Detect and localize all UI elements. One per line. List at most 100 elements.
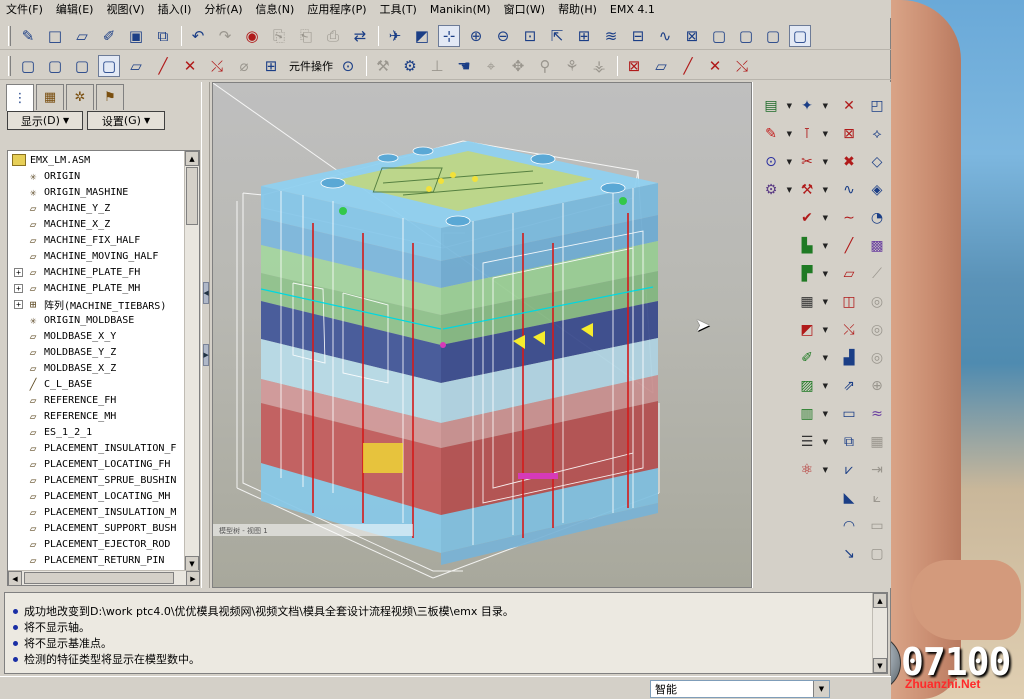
lifter-icon[interactable]: ▛ ▼ bbox=[795, 262, 828, 286]
datum-point-tool-icon[interactable]: ✕ bbox=[837, 94, 861, 118]
mirror-tool-icon[interactable]: ⩗ bbox=[837, 458, 861, 482]
surface-tool-9-icon[interactable]: ◎ bbox=[865, 318, 889, 342]
wireframe-icon[interactable]: ⊠ bbox=[681, 25, 703, 47]
menu-item-3[interactable]: 插入(I) bbox=[158, 1, 192, 17]
scroll-down-icon[interactable]: ▼ bbox=[185, 556, 199, 571]
move-tool-icon[interactable]: ⇗ bbox=[837, 374, 861, 398]
mold-tool-1-icon[interactable]: ⚒ bbox=[372, 55, 394, 77]
tree-item[interactable]: ▱ MACHINE_Y_Z bbox=[14, 200, 111, 216]
scroll-thumb[interactable] bbox=[24, 572, 174, 584]
mold-tool-8-icon[interactable]: ⚘ bbox=[561, 55, 583, 77]
surface-tool-1-icon[interactable]: ◰ bbox=[865, 94, 889, 118]
menu-item-1[interactable]: 编辑(E) bbox=[56, 1, 94, 17]
sketch-icon[interactable]: ◩ bbox=[411, 25, 433, 47]
surface-tool-11-icon[interactable]: ⊕ bbox=[865, 374, 889, 398]
spin-center-icon[interactable]: ✈ bbox=[384, 25, 406, 47]
tree-item[interactable]: ▱ MOLDBASE_X_Z bbox=[14, 360, 117, 376]
redo-icon[interactable]: ↷ bbox=[214, 25, 236, 47]
surface-tool-13-icon[interactable]: ▦ bbox=[865, 430, 889, 454]
plane-toggle-icon[interactable]: ▱ bbox=[650, 55, 672, 77]
view-hidden-icon[interactable]: ▢ bbox=[44, 55, 66, 77]
ejector-icon[interactable]: ⚙ ▼ bbox=[759, 178, 792, 202]
datum-layers-icon[interactable]: ◫ bbox=[837, 290, 861, 314]
sweep-tool-icon[interactable]: ↘ bbox=[837, 542, 861, 566]
menu-item-11[interactable]: EMX 4.1 bbox=[610, 3, 655, 16]
display-menu-button[interactable]: 显示 (D) ▼ bbox=[7, 111, 83, 130]
open-folder-icon[interactable]: ▱ bbox=[71, 25, 93, 47]
menu-item-4[interactable]: 分析(A) bbox=[204, 1, 242, 17]
tree-item[interactable]: + ▱ MACHINE_PLATE_MH bbox=[14, 280, 140, 296]
tree-item[interactable]: ✳ ORIGIN_MOLDBASE bbox=[14, 312, 135, 328]
surface-tool-16-icon[interactable]: ▭ bbox=[865, 514, 889, 538]
hidden-line-icon[interactable]: ▢ bbox=[708, 25, 730, 47]
annotation-display-icon[interactable]: ⊞ bbox=[260, 55, 282, 77]
settings-menu-button[interactable]: 设置 (G) ▼ bbox=[87, 111, 165, 130]
drag-hand-icon[interactable]: ☚ bbox=[453, 55, 475, 77]
tree-item[interactable]: ▱ MACHINE_MOVING_HALF bbox=[14, 248, 159, 264]
mold-base-icon[interactable]: ▤ ▼ bbox=[759, 94, 792, 118]
scroll-right-icon[interactable]: ▶ bbox=[186, 571, 199, 585]
surface-tool-2-icon[interactable]: ⟡ bbox=[865, 122, 889, 146]
extrude-tool-icon[interactable]: ◣ bbox=[837, 486, 861, 510]
sketch-curve-icon[interactable]: ∼ bbox=[837, 206, 861, 230]
simulation-icon[interactable]: ⚛ ▼ bbox=[795, 458, 828, 482]
menu-item-2[interactable]: 视图(V) bbox=[106, 1, 144, 17]
tree-item[interactable]: ╱ C_L_BASE bbox=[14, 376, 92, 392]
graphics-window[interactable]: 模型树 - 视图 1 ➤ bbox=[212, 82, 752, 588]
surface-tool-5-icon[interactable]: ◔ bbox=[865, 206, 889, 230]
mold-tool-5-icon[interactable]: ⌖ bbox=[480, 55, 502, 77]
new-from-template-icon[interactable]: ✎ bbox=[17, 25, 39, 47]
analysis-tool-icon[interactable]: ▟ bbox=[837, 346, 861, 370]
tree-item[interactable]: + ⊞ 阵列(MACHINE_TIEBARS) bbox=[14, 296, 166, 312]
expand-icon[interactable]: + bbox=[14, 299, 23, 309]
toolbar-grip[interactable] bbox=[8, 25, 11, 46]
save-copy-icon[interactable]: ⧉ bbox=[152, 25, 174, 47]
enhanced-realism-icon[interactable]: ▢ bbox=[789, 24, 811, 47]
tree-item[interactable]: ▱ PLACEMENT_LOCATING_MH bbox=[14, 488, 171, 504]
cooling-icon[interactable]: ▦ ▼ bbox=[795, 290, 828, 314]
datum-point-sketch-icon[interactable]: ✖ bbox=[837, 150, 861, 174]
scroll-left-icon[interactable]: ◀ bbox=[8, 571, 22, 585]
point-toggle-icon[interactable]: ✕ bbox=[704, 55, 726, 77]
surface-tool-15-icon[interactable]: ⟀ bbox=[865, 486, 889, 510]
mold-tool-7-icon[interactable]: ⚲ bbox=[534, 55, 556, 77]
check-icon[interactable]: ✔ ▼ bbox=[795, 206, 828, 230]
tree-item[interactable]: ▱ ES_1_2_1 bbox=[14, 424, 92, 440]
csys-tool-icon[interactable]: ⤯ bbox=[837, 318, 861, 342]
shading-icon[interactable]: ▢ bbox=[762, 25, 784, 47]
assemble-icon[interactable]: ⚒ ▼ bbox=[795, 178, 828, 202]
analysis-curve-icon[interactable]: ∿ bbox=[654, 25, 676, 47]
surface-tool-17-icon[interactable]: ▢ bbox=[865, 542, 889, 566]
refit-icon[interactable]: ⊡ bbox=[519, 25, 541, 47]
expand-icon[interactable]: + bbox=[14, 267, 23, 277]
menu-item-10[interactable]: 帮助(H) bbox=[558, 1, 597, 17]
close-window-icon[interactable]: ⊠ bbox=[623, 55, 645, 77]
view-wire-icon[interactable]: ▢ bbox=[17, 55, 39, 77]
orient-mode-icon[interactable]: ⊹ bbox=[438, 24, 460, 47]
panel-splitter[interactable]: ◀ ▶ bbox=[201, 82, 210, 588]
chevron-down-icon[interactable]: ▼ bbox=[813, 681, 829, 697]
copy-tool-icon[interactable]: ⧉ bbox=[837, 430, 861, 454]
folder-tool-icon[interactable]: ▭ bbox=[837, 402, 861, 426]
drawing-icon[interactable]: ☰ ▼ bbox=[795, 430, 828, 454]
tree-item[interactable]: ▱ MACHINE_X_Z bbox=[14, 216, 111, 232]
tree-item[interactable]: ▱ PLACEMENT_RETURN_PIN bbox=[14, 552, 165, 568]
component-operations-label[interactable]: 元件操作 bbox=[289, 58, 333, 74]
menu-item-0[interactable]: 文件(F) bbox=[6, 1, 43, 17]
mold-tool-9-icon[interactable]: ⚶ bbox=[588, 55, 610, 77]
copy-icon[interactable]: ⎘ bbox=[268, 25, 290, 47]
expand-icon[interactable]: + bbox=[14, 283, 23, 293]
tab-favorites[interactable]: ✲ bbox=[66, 84, 94, 110]
tree-item[interactable]: ▱ MOLDBASE_Y_Z bbox=[14, 344, 117, 360]
mold-tool-3-icon[interactable]: ⊥ bbox=[426, 55, 448, 77]
csys-toggle-icon[interactable]: ⤯ bbox=[731, 55, 753, 77]
menu-item-6[interactable]: 应用程序(P) bbox=[307, 1, 366, 17]
screw-icon[interactable]: ⊺ ▼ bbox=[795, 122, 828, 146]
edit-pencil-icon[interactable]: ✐ bbox=[98, 25, 120, 47]
mold-tool-2-icon[interactable]: ⚙ bbox=[399, 55, 421, 77]
tree-item[interactable]: ▱ MACHINE_FIX_HALF bbox=[14, 232, 141, 248]
no-hidden-icon[interactable]: ▢ bbox=[735, 25, 757, 47]
delete-pin-icon[interactable]: ✎ ▼ bbox=[759, 122, 792, 146]
measure-icon[interactable]: ⊟ bbox=[627, 25, 649, 47]
guide-icon[interactable]: ⊙ ▼ bbox=[759, 150, 792, 174]
